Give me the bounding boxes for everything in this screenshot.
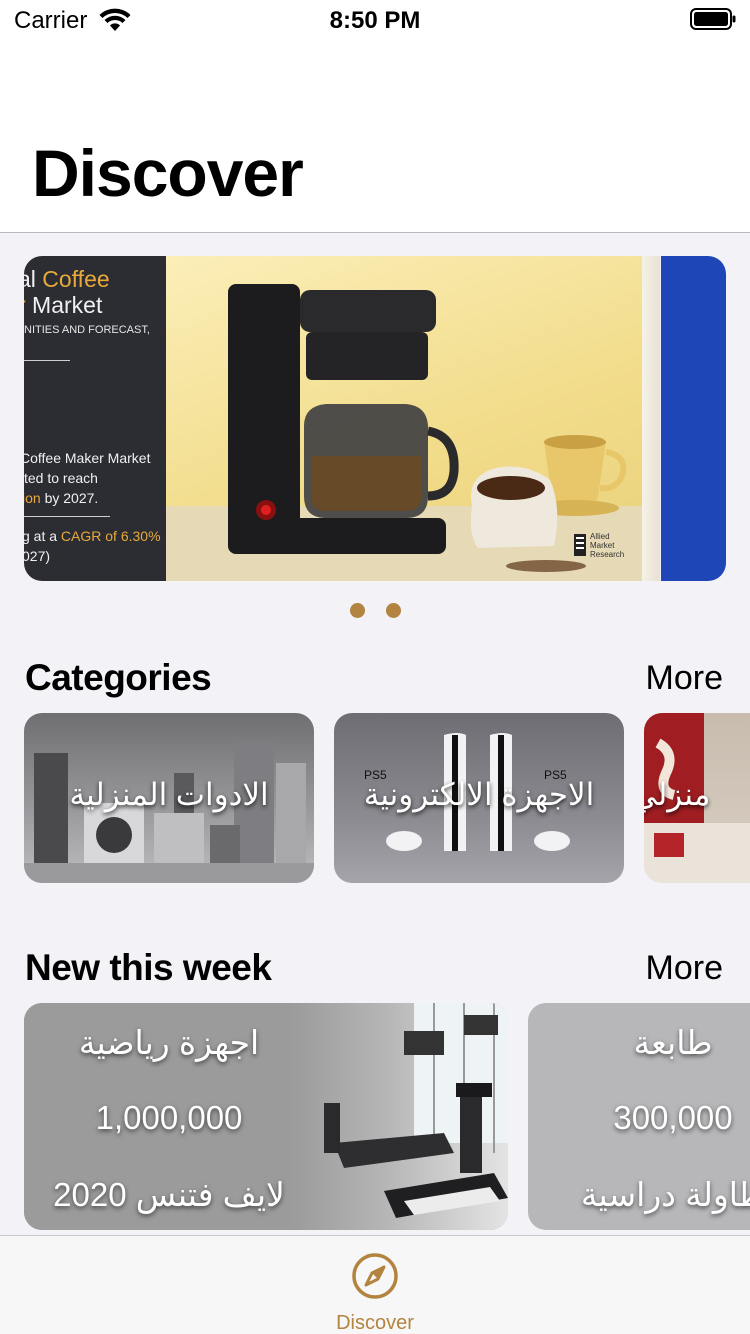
- banner-divider: [24, 360, 70, 361]
- page-control[interactable]: [0, 603, 750, 619]
- banner-next-slide-peek[interactable]: [661, 256, 726, 581]
- page-dot-1[interactable]: [350, 603, 365, 618]
- page-title: Discover: [32, 136, 304, 210]
- category-label: منزلي: [644, 777, 711, 812]
- banner-text-line4: g at a: [24, 528, 61, 544]
- clock: 8:50 PM: [329, 7, 421, 34]
- product-price: 300,000: [613, 1099, 733, 1136]
- banner-title-line2: Market: [25, 292, 103, 318]
- product-card[interactable]: اجهزة رياضية 1,000,000 لايف فتنس 2020: [24, 1003, 508, 1230]
- categories-title: Categories: [25, 657, 212, 698]
- product-subtitle: طاولة دراسية: [580, 1176, 750, 1213]
- product-subtitle: لايف فتنس 2020: [53, 1176, 285, 1213]
- product-price: 1,000,000: [95, 1099, 243, 1136]
- banner-text-panel: al Coffee r Market NITIES AND FORECAST, …: [24, 256, 166, 581]
- banner-title-line1: al: [24, 266, 36, 292]
- banner-carousel[interactable]: al Coffee r Market NITIES AND FORECAST, …: [0, 256, 750, 581]
- battery-icon: [690, 8, 736, 30]
- tab-discover[interactable]: Discover: [325, 1252, 425, 1334]
- new-this-week-carousel[interactable]: اجهزة رياضية 1,000,000 لايف فتنس 2020 طا…: [0, 1003, 750, 1230]
- slide-edge: [642, 256, 660, 581]
- tab-bar: Discover: [0, 1235, 750, 1334]
- category-card[interactable]: منزلي: [644, 713, 750, 883]
- product-name: اجهزة رياضية: [78, 1024, 260, 1061]
- status-bar: Carrier 8:50 PM: [0, 0, 750, 40]
- tab-label: Discover: [336, 1312, 414, 1334]
- category-label: الادوات المنزلية: [69, 777, 269, 812]
- categories-more-button[interactable]: More: [646, 659, 723, 698]
- new-this-week-more-button[interactable]: More: [646, 949, 723, 988]
- product-card[interactable]: طابعة 300,000 طاولة دراسية: [528, 1003, 750, 1230]
- category-card[interactable]: PS5 PS5 الاجهزة الالكترونية: [334, 713, 624, 883]
- product-name: طابعة: [633, 1024, 713, 1061]
- banner-text-line3-accent: ion: [24, 490, 41, 506]
- page-dot-2[interactable]: [386, 603, 401, 618]
- banner-title-accent: Coffee: [42, 266, 110, 292]
- banner-subtitle: NITIES AND FORECAST,: [24, 324, 150, 336]
- research-logo-text: Allied Market Research: [590, 532, 625, 559]
- compass-icon: [352, 1253, 398, 1299]
- banner-divider: [24, 516, 110, 517]
- banner-text-line2: ted to reach: [24, 470, 98, 486]
- new-this-week-title: New this week: [25, 947, 272, 988]
- banner-text-line1: Coffee Maker Market: [24, 450, 151, 466]
- banner-text-line3: by 2027.: [40, 490, 99, 506]
- category-card[interactable]: الادوات المنزلية: [24, 713, 314, 883]
- banner-cagr-text: CAGR of 6.30%: [60, 528, 161, 544]
- banner-slide[interactable]: al Coffee r Market NITIES AND FORECAST, …: [24, 256, 660, 581]
- categories-carousel[interactable]: الادوات المنزلية PS5 PS5 الاجهزة الالكتر…: [0, 713, 750, 883]
- category-label: الاجهزة الالكترونية: [363, 777, 595, 812]
- banner-text-line5: 027): [24, 548, 51, 564]
- navigation-bar: Discover: [0, 40, 750, 233]
